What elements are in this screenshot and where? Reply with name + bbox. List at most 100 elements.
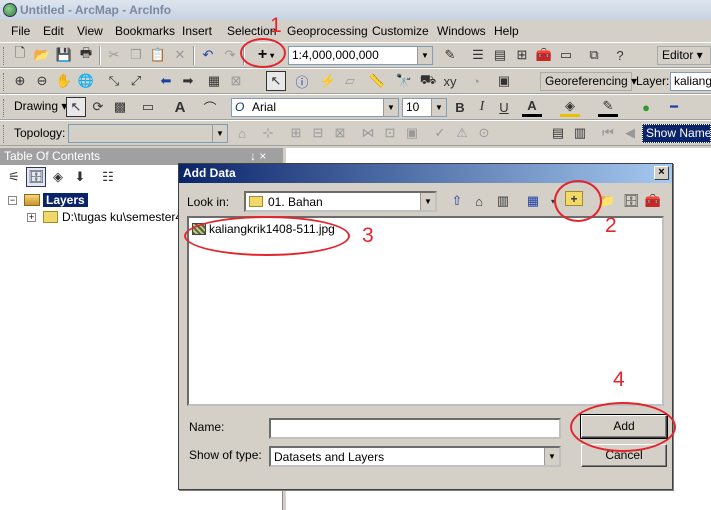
back-extent-icon[interactable]: ⬅ — [156, 71, 176, 91]
list-by-drawing-order-icon[interactable]: ⚟ — [4, 167, 24, 187]
open-folder-icon[interactable]: 📂 — [32, 45, 52, 65]
menu-help[interactable]: Help — [494, 24, 519, 38]
menu-view[interactable]: View — [77, 24, 103, 38]
new-toolbox-icon[interactable]: 🧰 — [643, 191, 663, 211]
menu-customize[interactable]: Customize — [372, 24, 429, 38]
arctoolbox-icon[interactable]: 🧰 — [534, 45, 554, 65]
full-extent-icon[interactable]: 🌐 — [76, 71, 96, 91]
layers-root[interactable]: Layers — [43, 193, 88, 207]
fix-topology-error-icon[interactable]: ⚠ — [452, 123, 472, 143]
time-slider-icon[interactable]: ◔ — [466, 71, 486, 91]
chevron-down-icon[interactable]: ▼ — [212, 125, 227, 142]
create-viewer-icon[interactable]: ▣ — [494, 71, 514, 91]
text-icon[interactable]: A — [170, 97, 190, 117]
menu-file[interactable]: File — [11, 24, 30, 38]
expand-icon[interactable]: + — [27, 213, 36, 222]
forward-extent-icon[interactable]: ➡ — [178, 71, 198, 91]
error-inspector-icon[interactable]: ⊙ — [474, 123, 494, 143]
chevron-down-icon[interactable]: ▼ — [544, 448, 559, 465]
construct-features-icon[interactable]: ▣ — [402, 123, 422, 143]
clear-selection-icon[interactable]: ⊠ — [226, 71, 246, 91]
copy-icon[interactable]: ❐ — [126, 45, 146, 65]
show-shared-features-icon[interactable]: ⊞ — [286, 123, 306, 143]
rectangle-icon[interactable]: ▭ — [138, 97, 158, 117]
modify-edge-icon[interactable]: ⊠ — [330, 123, 350, 143]
collapse-icon[interactable]: − — [8, 196, 17, 205]
toolbar-grip[interactable] — [3, 125, 6, 143]
drawing-menu-button[interactable]: Drawing ▾ — [10, 98, 67, 117]
options-icon[interactable]: ☷ — [98, 167, 118, 187]
toolbar-grip[interactable] — [3, 73, 6, 91]
line-color-icon[interactable]: ✎ — [598, 97, 618, 117]
map-topology-icon[interactable]: ⌂ — [232, 123, 252, 143]
georeferencing-menu-button[interactable]: Georeferencing ▾ — [540, 72, 637, 91]
edit-vertices-icon[interactable]: ⌒ — [200, 97, 220, 117]
toc-pin-close-icon[interactable]: ↓ × — [250, 149, 266, 163]
model-builder-icon[interactable]: ⧉ — [584, 45, 604, 65]
fill-color-icon[interactable]: ◈ — [560, 97, 580, 117]
view-menu-icon[interactable]: ▦ — [523, 191, 543, 211]
fixed-zoom-out-icon[interactable]: ⤢ — [126, 71, 146, 91]
python-window-icon[interactable]: ▭ — [556, 45, 576, 65]
rotate-icon[interactable]: ⟳ — [88, 97, 108, 117]
lock-labels-icon[interactable]: ◀ — [620, 123, 640, 143]
close-button[interactable]: × — [654, 166, 669, 180]
find-icon[interactable]: 🔭 — [394, 71, 414, 91]
select-elements-icon[interactable]: ↖ — [266, 71, 286, 91]
show-of-type-combo[interactable]: Datasets and Layers ▼ — [269, 446, 561, 467]
cut-icon[interactable]: ✂ — [104, 45, 124, 65]
undo-icon[interactable]: ↶ — [198, 45, 218, 65]
table-of-contents-icon[interactable]: ☰ — [468, 45, 488, 65]
map-scale-combo[interactable]: 1:4,000,000,000 ▼ — [288, 46, 433, 65]
identify-icon[interactable]: ⓘ — [292, 71, 312, 91]
marker-color-icon[interactable]: ● — [636, 97, 656, 117]
menu-selection[interactable]: Selection — [227, 24, 276, 38]
save-icon[interactable]: 💾 — [54, 45, 74, 65]
italic-button[interactable]: I — [472, 97, 492, 117]
fixed-zoom-in-icon[interactable]: ⤡ — [104, 71, 124, 91]
menu-geoprocessing[interactable]: Geoprocessing — [287, 24, 368, 38]
go-to-xy-icon[interactable]: xy — [440, 71, 460, 91]
topology-combo[interactable]: ▼ — [68, 124, 228, 143]
folder-path[interactable]: D:\tugas ku\semester4\ — [62, 210, 185, 224]
catalog-window-icon[interactable]: ▤ — [490, 45, 510, 65]
validate-topology-icon[interactable]: ✓ — [430, 123, 450, 143]
delete-icon[interactable]: ✕ — [170, 45, 190, 65]
home-folder-icon[interactable]: ⌂ — [469, 191, 489, 211]
zoom-in-icon[interactable]: ⊕ — [10, 71, 30, 91]
help-whats-this-icon[interactable]: ? — [610, 45, 630, 65]
menu-windows[interactable]: Windows — [437, 24, 486, 38]
show-name-combo[interactable]: Show Name — [642, 124, 711, 143]
measure-icon[interactable]: 📏 — [367, 71, 387, 91]
pause-labeling-icon[interactable]: ⏮ — [598, 123, 618, 143]
pan-icon[interactable]: ✋ — [54, 71, 74, 91]
zoom-to-selected-icon[interactable]: ▩ — [110, 97, 130, 117]
font-color-icon[interactable]: A — [522, 97, 542, 117]
new-document-icon[interactable]: 🗋 — [10, 45, 30, 65]
chevron-down-icon[interactable]: ▼ — [383, 99, 398, 116]
look-in-combo[interactable]: 01. Bahan ▼ — [244, 191, 437, 212]
paste-icon[interactable]: 📋 — [148, 45, 168, 65]
list-by-selection-icon[interactable]: ⬇ — [70, 167, 90, 187]
layer-combo[interactable]: kaliangk — [670, 72, 711, 91]
menu-insert[interactable]: Insert — [182, 24, 212, 38]
menu-bookmarks[interactable]: Bookmarks — [115, 24, 175, 38]
select-features-icon[interactable]: ▦ — [204, 71, 224, 91]
editor-menu-button[interactable]: Editor ▾ — [657, 46, 711, 65]
font-size-combo[interactable]: 10 ▼ — [402, 98, 447, 117]
html-popup-icon[interactable]: ▱ — [340, 71, 360, 91]
hyperlink-icon[interactable]: ⚡ — [318, 71, 338, 91]
label-manager-icon[interactable]: ▥ — [570, 123, 590, 143]
topology-edit-icon[interactable]: ⊹ — [258, 123, 278, 143]
align-edge-icon[interactable]: ⋈ — [358, 123, 378, 143]
font-combo[interactable]: O Arial ▼ — [231, 98, 399, 117]
chevron-down-icon[interactable]: ▼ — [417, 47, 432, 64]
search-window-icon[interactable]: ⊞ — [512, 45, 532, 65]
generalize-icon[interactable]: ⊡ — [380, 123, 400, 143]
editor-toolbar-icon[interactable]: ✎ — [440, 45, 460, 65]
zoom-out-icon[interactable]: ⊖ — [32, 71, 52, 91]
chevron-down-icon[interactable]: ▼ — [420, 193, 435, 210]
labeling-icon[interactable]: ▤ — [548, 123, 568, 143]
shadow-color-icon[interactable]: ━ — [664, 97, 684, 117]
list-by-visibility-icon[interactable]: ◈ — [48, 167, 68, 187]
